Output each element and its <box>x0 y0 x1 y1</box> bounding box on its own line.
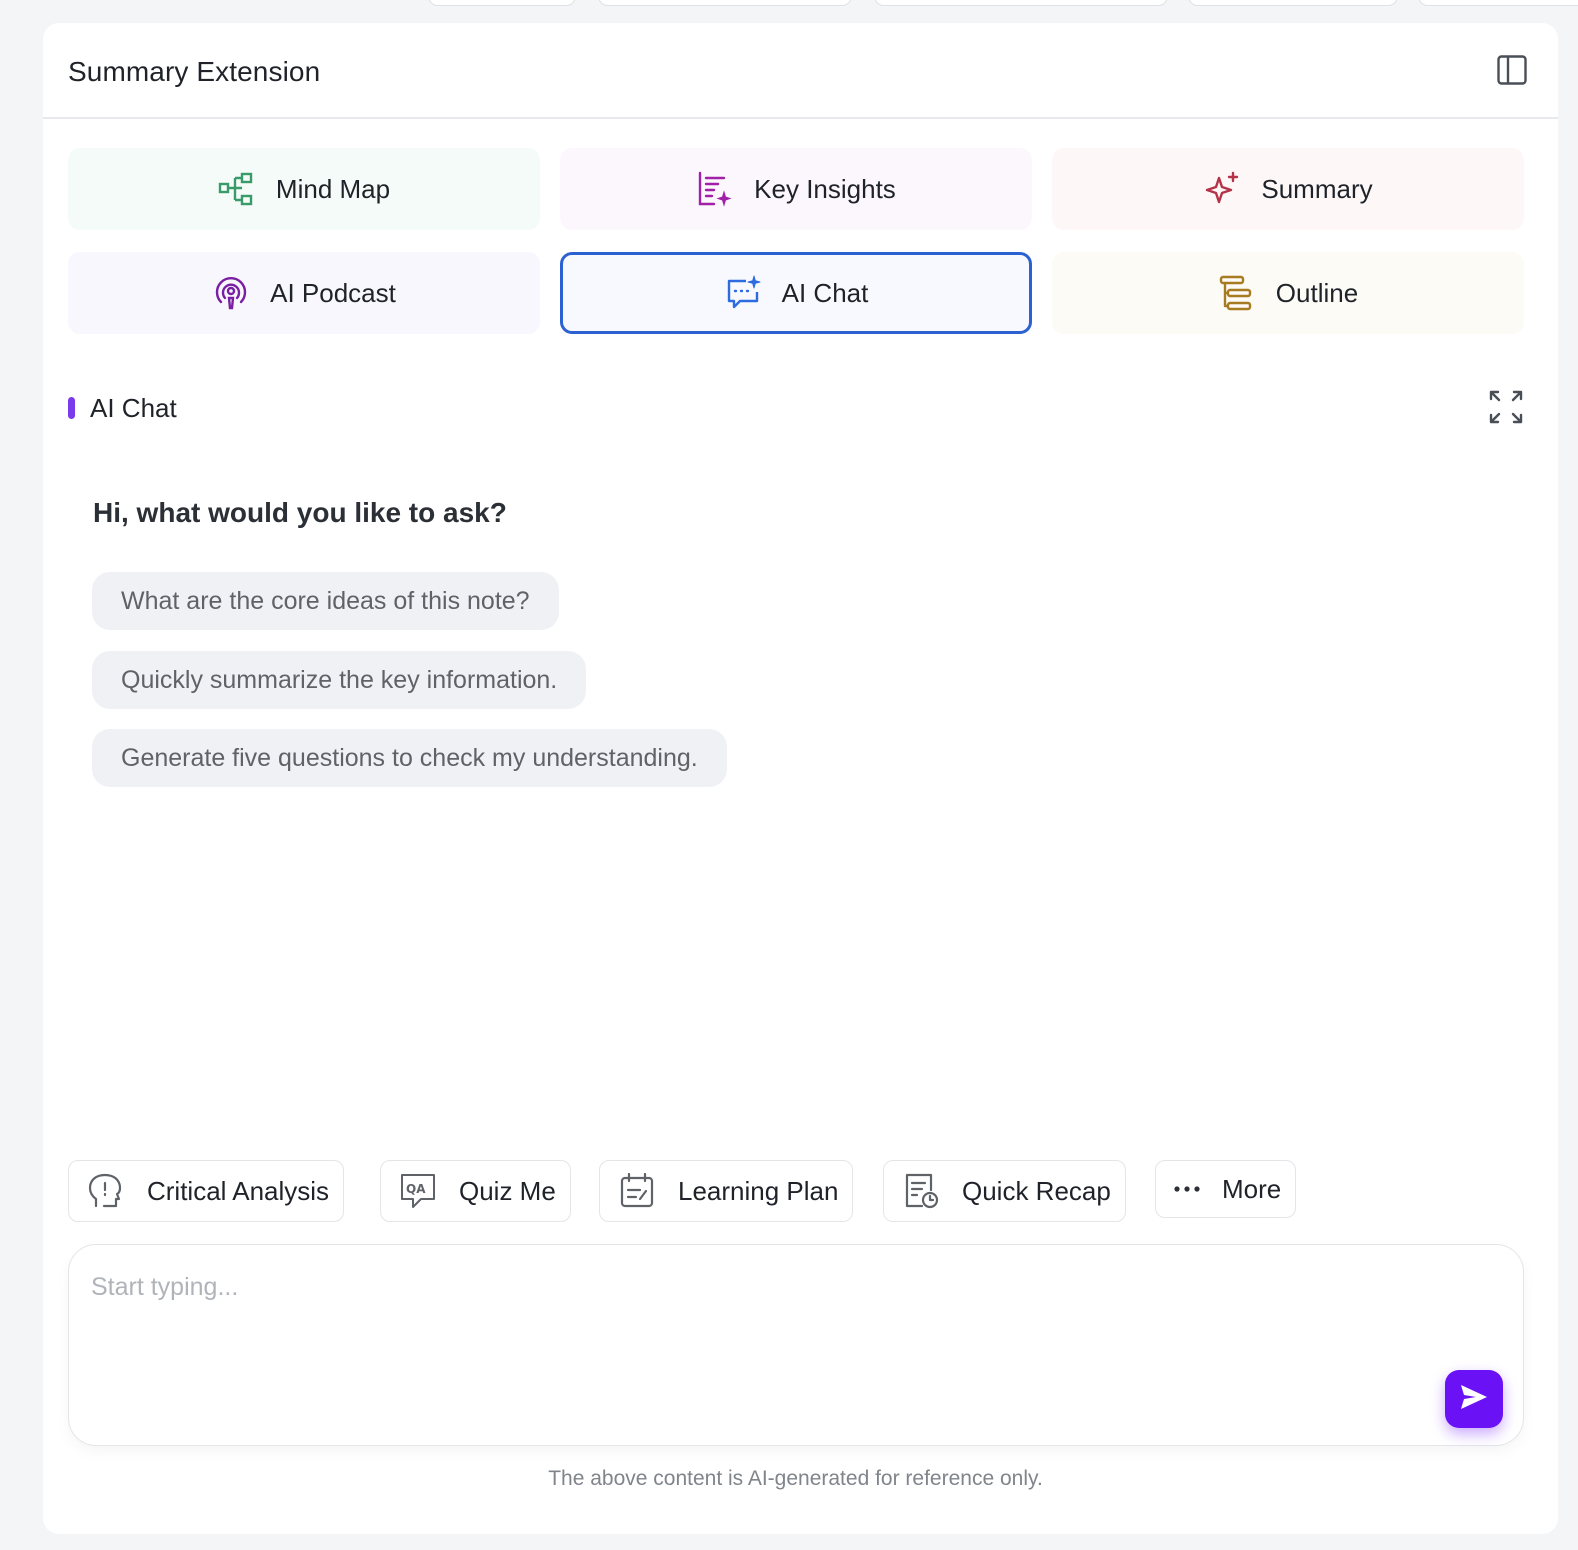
suggestion-chip[interactable]: Quickly summarize the key information. <box>92 651 587 709</box>
tile-outline[interactable]: Outline <box>1052 252 1524 334</box>
brain-head-icon <box>87 1172 125 1210</box>
sidebar-toggle-icon[interactable] <box>1496 54 1528 86</box>
sparkle-icon <box>1203 170 1241 208</box>
tile-label: AI Podcast <box>270 277 396 308</box>
ai-chat-icon <box>724 274 762 312</box>
podcast-icon <box>212 274 250 312</box>
section-header: AI Chat <box>68 390 1524 424</box>
learning-plan-button[interactable]: Learning Plan <box>599 1160 854 1222</box>
svg-text:QA: QA <box>406 1182 426 1196</box>
expand-icon[interactable] <box>1488 389 1524 425</box>
calendar-plan-icon <box>618 1172 656 1210</box>
summary-extension-panel: Summary Extension Mind Map Key Insights … <box>43 23 1558 1534</box>
chat-greeting: Hi, what would you like to ask? <box>93 497 507 528</box>
quick-action-label: Quiz Me <box>459 1175 556 1206</box>
tile-label: AI Chat <box>781 277 869 308</box>
panel-title: Summary Extension <box>68 56 321 87</box>
tile-label: Key Insights <box>754 173 896 204</box>
suggestion-chip[interactable]: Generate five questions to check my unde… <box>92 729 727 787</box>
tile-key-insights[interactable]: Key Insights <box>560 148 1032 230</box>
top-tab[interactable] <box>874 0 1168 6</box>
quick-action-label: Quick Recap <box>962 1175 1111 1206</box>
critical-analysis-button[interactable]: Critical Analysis <box>68 1160 345 1222</box>
top-tab[interactable] <box>598 0 852 6</box>
send-button[interactable] <box>1445 1370 1503 1428</box>
recap-doc-icon <box>902 1172 940 1210</box>
quick-action-label: Learning Plan <box>678 1175 839 1206</box>
tile-label: Outline <box>1275 277 1359 308</box>
suggestion-chip[interactable]: What are the core ideas of this note? <box>92 572 559 630</box>
quick-recap-button[interactable]: Quick Recap <box>883 1160 1126 1222</box>
more-button[interactable]: More <box>1155 1160 1297 1218</box>
tile-ai-podcast[interactable]: AI Podcast <box>68 252 540 334</box>
chat-input[interactable] <box>89 1271 1429 1391</box>
mind-map-icon <box>218 170 256 208</box>
quiz-me-button[interactable]: QA Quiz Me <box>380 1160 571 1222</box>
tile-summary[interactable]: Summary <box>1052 148 1524 230</box>
tile-label: Summary <box>1261 173 1373 204</box>
quick-action-label: Critical Analysis <box>147 1175 330 1206</box>
send-icon <box>1459 1382 1489 1417</box>
ai-disclaimer: The above content is AI-generated for re… <box>548 1467 1043 1490</box>
more-dots-icon <box>1174 1170 1200 1208</box>
tile-mind-map[interactable]: Mind Map <box>68 148 540 230</box>
top-tab-strip <box>0 0 1578 8</box>
section-title: AI Chat <box>90 393 177 423</box>
key-insights-icon <box>696 170 734 208</box>
top-tab[interactable] <box>428 0 576 6</box>
tile-ai-chat[interactable]: AI Chat <box>560 252 1032 334</box>
top-tab[interactable] <box>1418 0 1578 6</box>
section-accent-bar <box>68 397 75 419</box>
qa-icon: QA <box>399 1172 437 1210</box>
chat-input-box <box>68 1244 1524 1446</box>
quick-action-label: More <box>1222 1173 1282 1204</box>
top-tab[interactable] <box>1188 0 1398 6</box>
panel-header: Summary Extension <box>43 23 1558 119</box>
tile-label: Mind Map <box>275 173 391 204</box>
outline-icon <box>1218 274 1256 312</box>
